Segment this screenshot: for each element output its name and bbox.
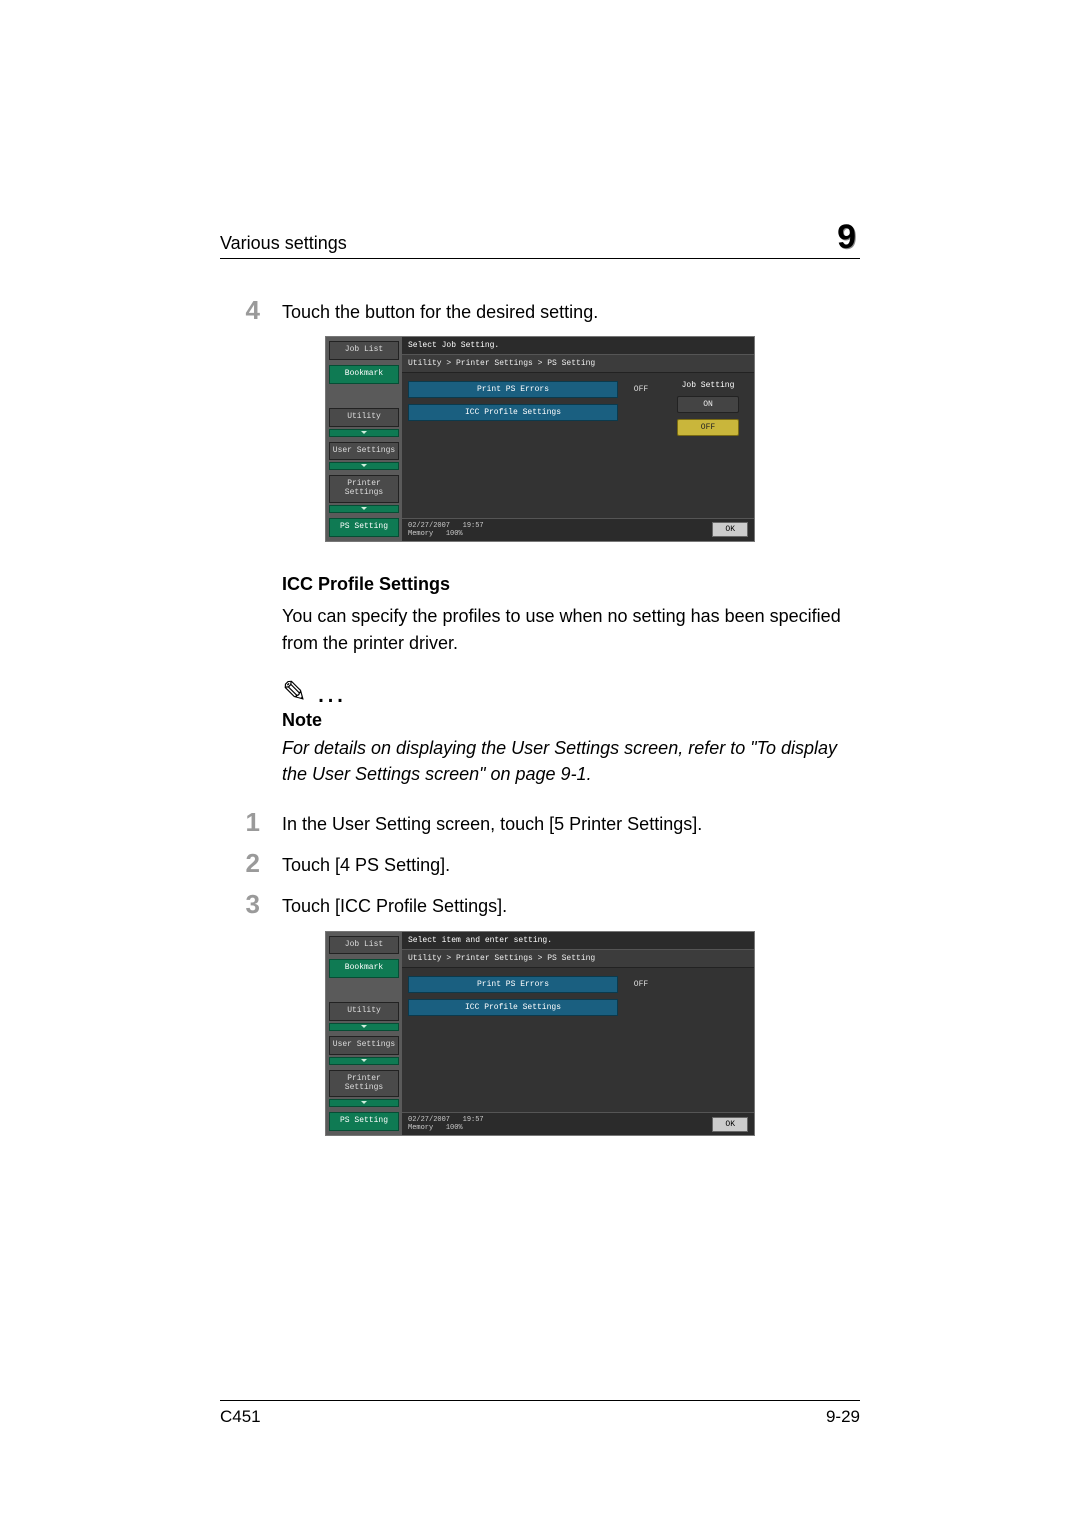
chevron-down-icon xyxy=(329,1023,399,1031)
crumb-ps-setting[interactable]: PS Setting xyxy=(329,518,399,537)
crumb-printer-settings[interactable]: Printer Settings xyxy=(329,475,399,503)
crumb-printer-settings[interactable]: Printer Settings xyxy=(329,1070,399,1098)
subsection-description: You can specify the profiles to use when… xyxy=(282,603,860,657)
crumb-user-settings[interactable]: User Settings xyxy=(329,1036,399,1055)
chevron-down-icon xyxy=(329,429,399,437)
step-text: In the User Setting screen, touch [5 Pri… xyxy=(282,807,860,838)
status-message: Select item and enter setting. xyxy=(402,932,754,949)
print-ps-errors-value: OFF xyxy=(624,980,658,989)
breadcrumb: Utility > Printer Settings > PS Setting xyxy=(402,354,754,373)
icc-profile-settings-button[interactable]: ICC Profile Settings xyxy=(408,404,618,421)
footer-info: 02/27/2007 19:57 Memory 100% xyxy=(408,522,484,538)
ok-button[interactable]: OK xyxy=(712,522,748,537)
tab-job-list[interactable]: Job List xyxy=(329,936,399,955)
chevron-down-icon xyxy=(329,1057,399,1065)
step-text: Touch the button for the desired setting… xyxy=(282,295,860,326)
print-ps-errors-value: OFF xyxy=(624,385,658,394)
chevron-down-icon xyxy=(329,505,399,513)
chapter-number: 9 xyxy=(833,220,860,254)
print-ps-errors-button[interactable]: Print PS Errors xyxy=(408,976,618,993)
note-icon: ✎ … xyxy=(282,675,860,710)
crumb-ps-setting[interactable]: PS Setting xyxy=(329,1112,399,1131)
crumb-utility[interactable]: Utility xyxy=(329,408,399,427)
toggle-on[interactable]: ON xyxy=(677,396,739,413)
screenshot-ps-setting-select: Job List Bookmark Utility User Settings … xyxy=(325,931,755,1137)
breadcrumb: Utility > Printer Settings > PS Setting xyxy=(402,949,754,968)
icc-profile-settings-button[interactable]: ICC Profile Settings xyxy=(408,999,618,1016)
tab-bookmark[interactable]: Bookmark xyxy=(329,959,399,978)
job-setting-label: Job Setting xyxy=(682,381,735,390)
step-number: 4 xyxy=(220,295,260,326)
step-number: 1 xyxy=(220,807,260,838)
print-ps-errors-button[interactable]: Print PS Errors xyxy=(408,381,618,398)
crumb-user-settings[interactable]: User Settings xyxy=(329,442,399,461)
ok-button[interactable]: OK xyxy=(712,1117,748,1132)
toggle-off[interactable]: OFF xyxy=(677,419,739,436)
tab-job-list[interactable]: Job List xyxy=(329,341,399,360)
note-text: For details on displaying the User Setti… xyxy=(282,735,860,787)
footer-info: 02/27/2007 19:57 Memory 100% xyxy=(408,1116,484,1132)
screenshot-ps-setting-job: Job List Bookmark Utility User Settings … xyxy=(325,336,755,542)
step-text: Touch [4 PS Setting]. xyxy=(282,848,860,879)
footer-model: C451 xyxy=(220,1407,261,1427)
status-message: Select Job Setting. xyxy=(402,337,754,354)
chevron-down-icon xyxy=(329,462,399,470)
crumb-utility[interactable]: Utility xyxy=(329,1002,399,1021)
note-label: Note xyxy=(282,710,860,731)
step-text: Touch [ICC Profile Settings]. xyxy=(282,889,860,920)
step-number: 2 xyxy=(220,848,260,879)
footer-page-number: 9-29 xyxy=(826,1407,860,1427)
section-title: Various settings xyxy=(220,233,347,254)
step-number: 3 xyxy=(220,889,260,920)
tab-bookmark[interactable]: Bookmark xyxy=(329,365,399,384)
subsection-heading: ICC Profile Settings xyxy=(282,574,860,595)
chevron-down-icon xyxy=(329,1099,399,1107)
